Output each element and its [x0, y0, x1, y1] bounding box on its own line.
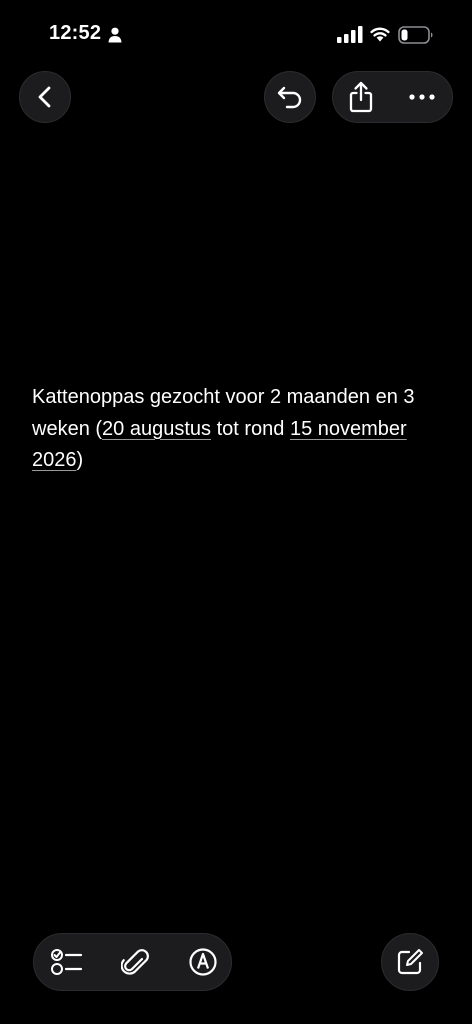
markup-button[interactable]	[175, 934, 231, 990]
share-button[interactable]	[333, 72, 389, 122]
share-more-group	[332, 71, 453, 123]
date-link-start[interactable]: 20 augustus	[102, 418, 211, 440]
signal-icon	[337, 26, 363, 43]
more-icon	[409, 94, 435, 100]
undo-icon	[277, 86, 302, 109]
compose-button[interactable]	[381, 933, 439, 991]
status-time: 12:52	[49, 22, 102, 44]
markup-icon	[189, 948, 217, 976]
paperclip-icon	[121, 949, 149, 975]
status-bar: 12:52	[0, 0, 472, 70]
chevron-left-icon	[38, 86, 51, 108]
battery-icon	[398, 26, 433, 44]
attachment-button[interactable]	[107, 934, 163, 990]
checklist-icon	[51, 949, 83, 975]
more-button[interactable]	[392, 72, 452, 122]
share-icon	[349, 81, 373, 113]
note-text-middle: tot rond	[211, 417, 290, 440]
compose-icon	[397, 949, 423, 975]
checklist-button[interactable]	[39, 934, 95, 990]
undo-button[interactable]	[264, 71, 316, 123]
person-icon	[108, 27, 122, 43]
back-button[interactable]	[19, 71, 71, 123]
note-text-end: )	[76, 449, 84, 471]
wifi-icon	[370, 27, 390, 42]
note-body[interactable]: Kattenoppas gezocht voor 2 maanden en 3 …	[32, 382, 444, 477]
bottom-toolbar	[33, 933, 232, 991]
